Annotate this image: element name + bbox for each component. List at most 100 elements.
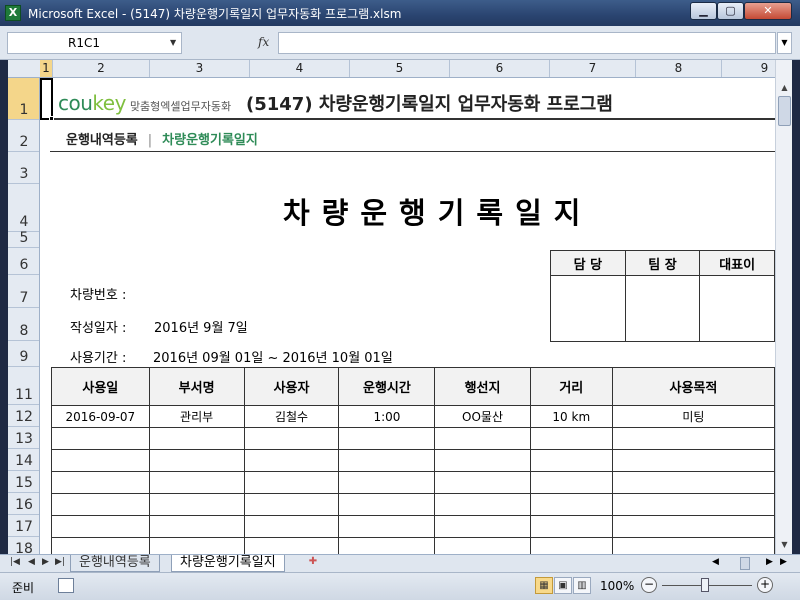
table-cell[interactable] xyxy=(434,427,531,450)
horizontal-scroll-thumb[interactable] xyxy=(740,557,750,570)
approval-cell[interactable] xyxy=(699,275,775,342)
nav-link-register[interactable]: 운행내역등록 xyxy=(66,133,138,148)
table-cell[interactable]: 김철수 xyxy=(243,405,340,428)
row-header[interactable]: 13 xyxy=(8,427,39,449)
table-cell[interactable] xyxy=(611,449,775,472)
row-header[interactable]: 15 xyxy=(8,471,39,493)
row-header[interactable]: 8 xyxy=(8,308,39,341)
table-cell[interactable]: 2016-09-07 xyxy=(51,405,150,428)
table-cell[interactable]: 관리부 xyxy=(148,405,245,428)
column-header[interactable]: 3 xyxy=(150,60,250,77)
macro-record-icon[interactable] xyxy=(58,578,74,593)
table-cell[interactable]: 미팅 xyxy=(611,405,775,428)
fill-handle[interactable] xyxy=(49,116,54,121)
worksheet-grid[interactable]: coukey 맞춤형엑셀업무자동화 (5147) 차량운행기록일지 업무자동화 프… xyxy=(40,78,775,554)
table-cell[interactable] xyxy=(434,449,531,472)
column-header[interactable]: 9 xyxy=(722,60,775,77)
table-cell[interactable] xyxy=(148,471,245,494)
tab-logbook[interactable]: 차량운행기록일지 xyxy=(171,555,285,572)
last-sheet-icon[interactable]: ▶| xyxy=(55,557,65,567)
row-header[interactable]: 6 xyxy=(8,248,39,275)
insert-function-icon[interactable]: fx xyxy=(258,35,269,49)
table-cell[interactable] xyxy=(434,471,531,494)
zoom-in-icon[interactable]: + xyxy=(757,577,773,593)
row-header[interactable]: 18 xyxy=(8,537,39,554)
column-header[interactable]: 6 xyxy=(450,60,550,77)
table-cell[interactable] xyxy=(148,493,245,516)
table-cell[interactable] xyxy=(243,493,340,516)
table-cell[interactable] xyxy=(338,471,436,494)
row-header[interactable]: 2 xyxy=(8,120,39,152)
table-cell[interactable] xyxy=(243,449,340,472)
close-button[interactable]: ✕ xyxy=(744,2,792,20)
row-header[interactable]: 7 xyxy=(8,275,39,308)
usage-period-value[interactable]: 2016년 09월 01일 ~ 2016년 10월 01일 xyxy=(153,347,393,366)
column-header[interactable]: 4 xyxy=(250,60,350,77)
first-sheet-icon[interactable]: |◀ xyxy=(10,557,20,567)
vertical-scrollbar[interactable]: ▲ ▼ xyxy=(775,60,792,554)
scroll-down-icon[interactable]: ▼ xyxy=(777,537,792,552)
table-cell[interactable] xyxy=(529,515,613,538)
table-cell[interactable] xyxy=(51,537,150,554)
table-cell[interactable] xyxy=(338,515,436,538)
written-date-value[interactable]: 2016년 9월 7일 xyxy=(154,317,248,336)
zoom-slider-thumb[interactable] xyxy=(701,578,709,592)
table-cell[interactable] xyxy=(338,537,436,554)
table-cell[interactable] xyxy=(529,493,613,516)
insert-sheet-icon[interactable]: ✚ xyxy=(304,556,322,571)
chevron-down-icon[interactable]: ▼ xyxy=(170,38,176,47)
table-cell[interactable]: 10 km xyxy=(529,405,613,428)
minimize-button[interactable]: ▁ xyxy=(690,2,717,20)
active-cell-selection[interactable] xyxy=(40,78,53,120)
approval-cell[interactable] xyxy=(550,275,626,342)
next-sheet-icon[interactable]: ▶ xyxy=(42,557,49,567)
table-cell[interactable]: 1:00 xyxy=(338,405,436,428)
expand-formula-bar-icon[interactable]: ▼ xyxy=(777,32,792,54)
table-cell[interactable] xyxy=(434,515,531,538)
scroll-left-icon[interactable]: ◀ xyxy=(712,557,719,567)
column-header[interactable]: 7 xyxy=(550,60,636,77)
table-cell[interactable] xyxy=(529,427,613,450)
name-box[interactable]: R1C1 xyxy=(7,32,182,54)
table-cell[interactable] xyxy=(611,515,775,538)
table-cell[interactable] xyxy=(611,537,775,554)
row-header[interactable]: 16 xyxy=(8,493,39,515)
table-cell[interactable] xyxy=(148,537,245,554)
approval-cell[interactable] xyxy=(624,275,701,342)
table-cell[interactable] xyxy=(148,427,245,450)
table-cell[interactable] xyxy=(529,449,613,472)
scroll-end-icon[interactable]: ▶ xyxy=(780,557,787,567)
table-cell[interactable] xyxy=(434,493,531,516)
table-cell[interactable] xyxy=(529,471,613,494)
table-cell[interactable] xyxy=(51,449,150,472)
table-cell[interactable] xyxy=(611,493,775,516)
nav-link-logbook[interactable]: 차량운행기록일지 xyxy=(162,133,258,148)
table-cell[interactable] xyxy=(51,471,150,494)
table-cell[interactable] xyxy=(338,427,436,450)
row-header[interactable]: 12 xyxy=(8,405,39,427)
table-cell[interactable] xyxy=(529,537,613,554)
column-header[interactable]: 2 xyxy=(53,60,150,77)
row-header[interactable]: 1 xyxy=(8,78,39,120)
table-cell[interactable] xyxy=(51,515,150,538)
table-cell[interactable] xyxy=(243,515,340,538)
maximize-button[interactable]: ▢ xyxy=(717,2,744,20)
vertical-scroll-thumb[interactable] xyxy=(778,96,791,126)
formula-input[interactable] xyxy=(278,32,776,54)
row-header[interactable]: 14 xyxy=(8,449,39,471)
table-cell[interactable] xyxy=(611,471,775,494)
prev-sheet-icon[interactable]: ◀ xyxy=(28,557,35,567)
table-cell[interactable] xyxy=(148,515,245,538)
tab-register[interactable]: 운행내역등록 xyxy=(70,555,160,572)
normal-view-icon[interactable]: ▦ xyxy=(535,577,553,594)
table-cell[interactable] xyxy=(148,449,245,472)
scroll-up-icon[interactable]: ▲ xyxy=(777,80,792,95)
table-cell[interactable] xyxy=(243,427,340,450)
table-cell[interactable]: OO물산 xyxy=(434,405,531,428)
row-header[interactable]: 9 xyxy=(8,341,39,367)
column-header[interactable]: 5 xyxy=(350,60,450,77)
table-cell[interactable] xyxy=(338,493,436,516)
table-cell[interactable] xyxy=(243,537,340,554)
row-header[interactable]: 4 xyxy=(8,184,39,232)
page-break-view-icon[interactable]: ▥ xyxy=(573,577,591,594)
